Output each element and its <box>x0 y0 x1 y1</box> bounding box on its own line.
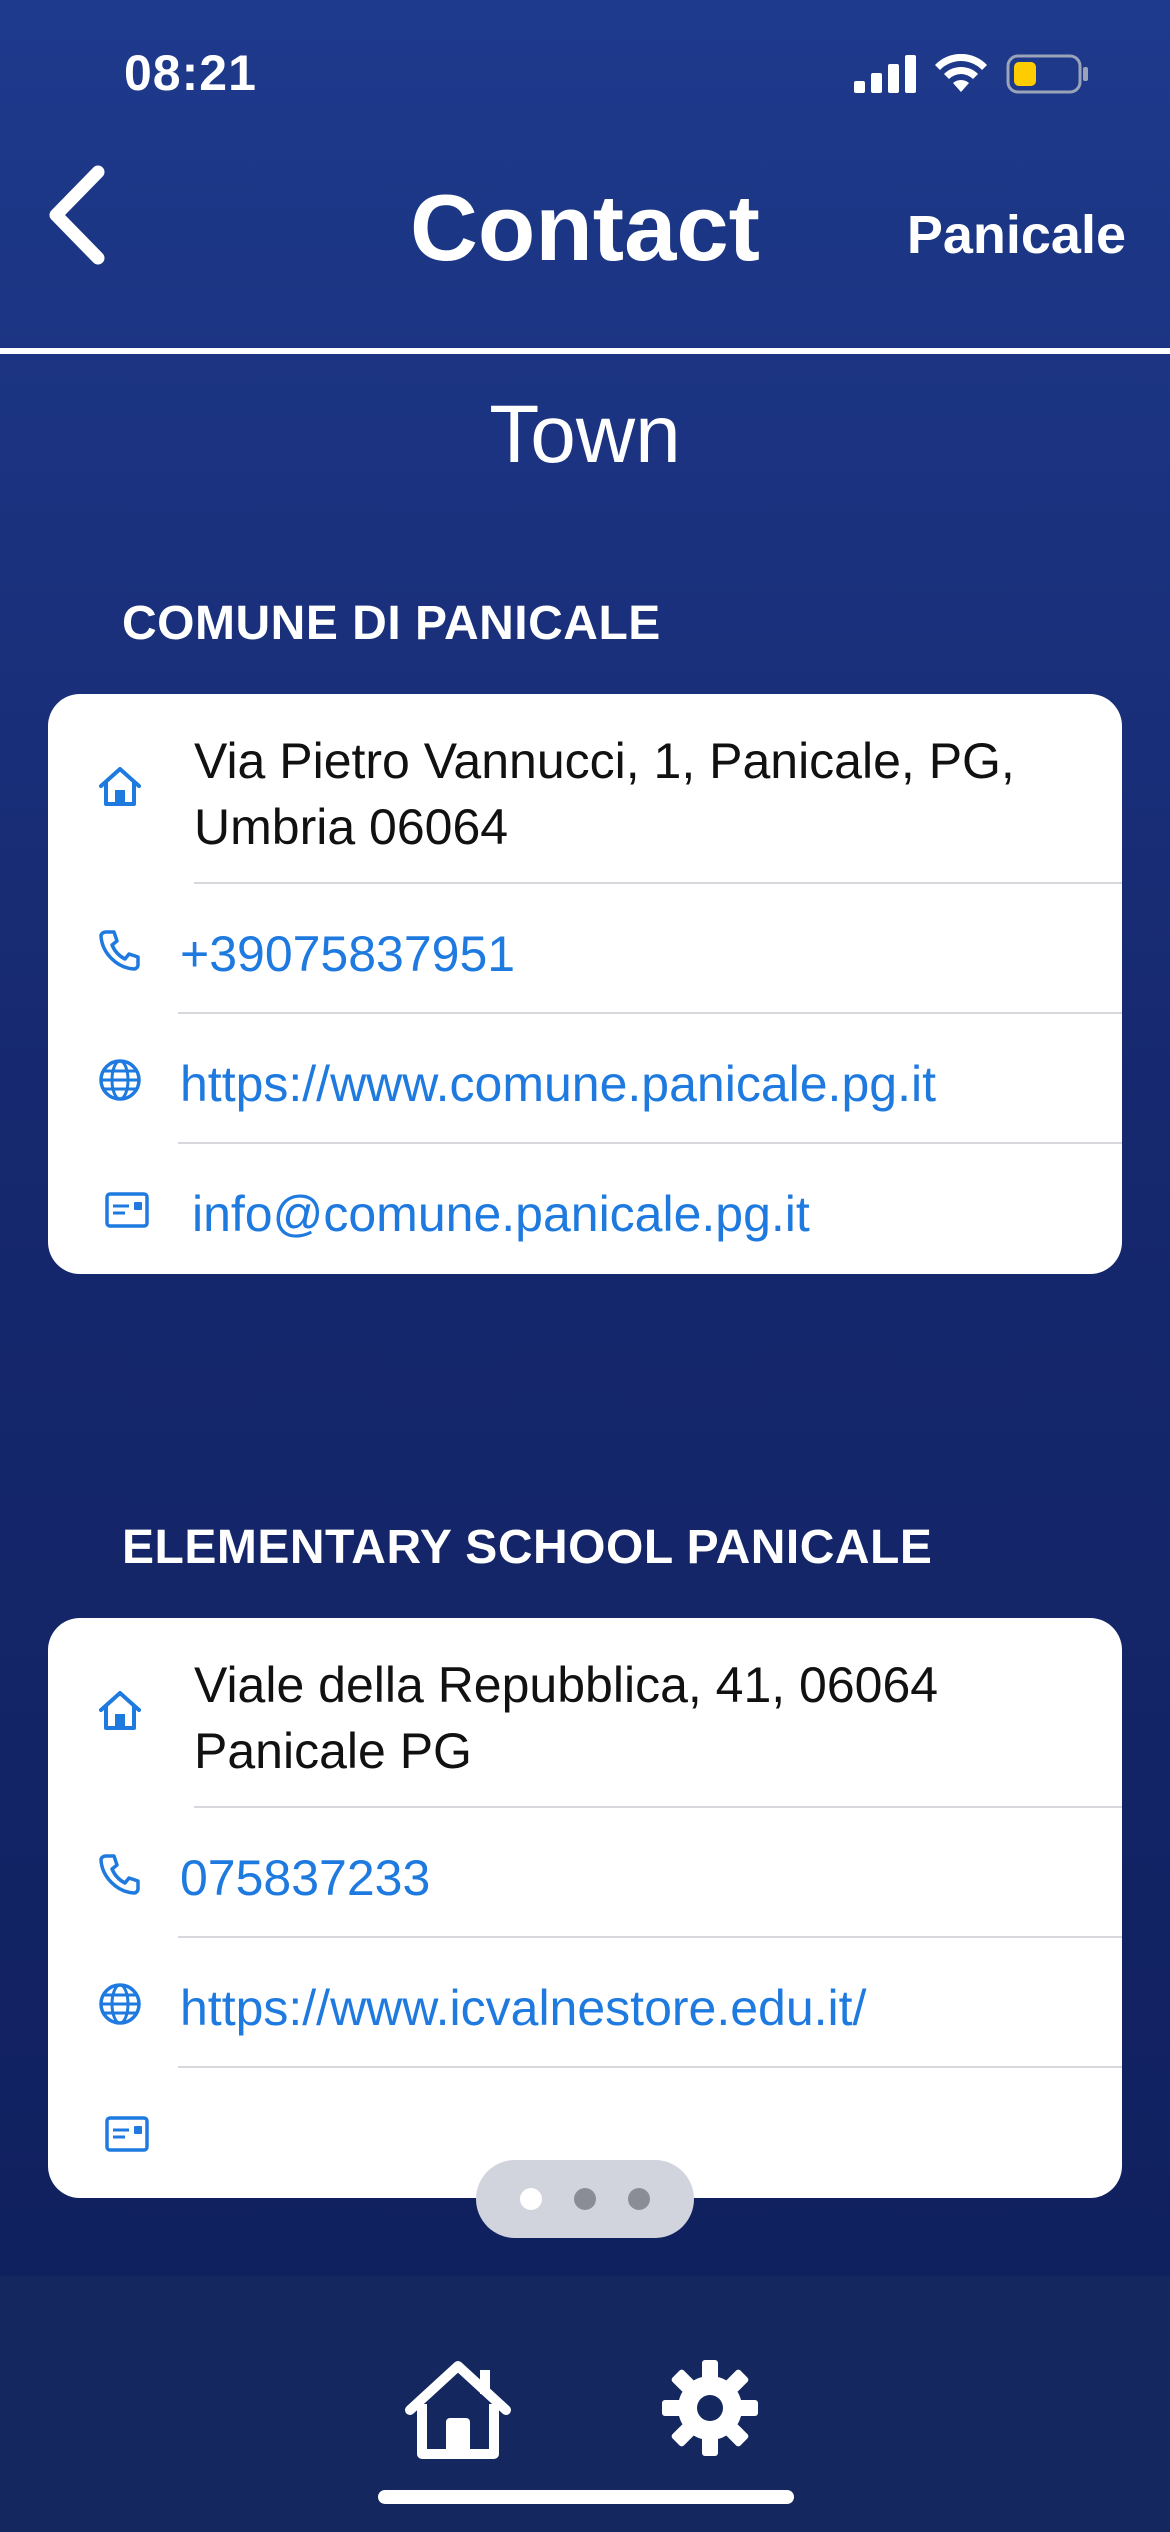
address-row[interactable]: Viale della Repubblica, 41, 06064 Panica… <box>48 1618 1122 1808</box>
globe-icon <box>99 1983 141 2025</box>
website-row[interactable]: https://www.comune.panicale.pg.it <box>48 1014 1122 1144</box>
location-button[interactable]: Panicale <box>907 204 1126 266</box>
phone-icon <box>99 1854 140 1895</box>
home-icon <box>405 2361 511 2459</box>
page-indicator[interactable] <box>476 2160 694 2238</box>
contact-card-icon <box>105 2116 149 2152</box>
category-subtitle: Town <box>489 389 681 480</box>
battery-icon <box>1006 54 1088 94</box>
status-time: 08:21 <box>124 45 257 101</box>
contact-card-icon <box>105 1192 149 1228</box>
page-dot[interactable] <box>574 2188 596 2210</box>
address-row[interactable]: Via Pietro Vannucci, 1, Panicale, PG, Um… <box>48 694 1122 884</box>
phone-row[interactable]: +39075837951 <box>48 884 1122 1014</box>
contact-card-comune: Via Pietro Vannucci, 1, Panicale, PG, Um… <box>48 694 1122 1274</box>
status-icons <box>854 54 1090 94</box>
email-row[interactable]: info@comune.panicale.pg.it <box>48 1144 1122 1274</box>
house-icon <box>99 1691 141 1730</box>
page-dot[interactable] <box>628 2188 650 2210</box>
gear-icon <box>662 2360 758 2456</box>
address-line2: Umbria 06064 <box>194 799 509 855</box>
phone-link[interactable]: 075837233 <box>180 1845 430 1911</box>
address-line2: Panicale PG <box>194 1723 472 1779</box>
section-header-comune: COMUNE DI PANICALE <box>122 597 661 650</box>
wifi-icon <box>935 54 987 92</box>
tab-settings[interactable] <box>658 2356 762 2460</box>
phone-link[interactable]: +39075837951 <box>180 921 515 987</box>
address-line1: Via Pietro Vannucci, 1, Panicale, PG, <box>194 733 1015 789</box>
phone-row[interactable]: 075837233 <box>48 1808 1122 1938</box>
page-dot[interactable] <box>520 2188 542 2210</box>
contact-card-school: Viale della Repubblica, 41, 06064 Panica… <box>48 1618 1122 2198</box>
website-row[interactable]: https://www.icvalnestore.edu.it/ <box>48 1938 1122 2068</box>
email-link[interactable]: info@comune.panicale.pg.it <box>192 1181 810 1247</box>
phone-icon <box>99 930 140 971</box>
nav-divider <box>0 348 1170 354</box>
address-line1: Viale della Repubblica, 41, 06064 <box>194 1657 939 1713</box>
section-header-school: ELEMENTARY SCHOOL PANICALE <box>122 1521 933 1574</box>
website-link[interactable]: https://www.comune.panicale.pg.it <box>180 1051 936 1117</box>
tab-home[interactable] <box>404 2356 512 2464</box>
cellular-signal-icon <box>854 55 916 93</box>
website-link[interactable]: https://www.icvalnestore.edu.it/ <box>180 1975 866 2041</box>
home-indicator <box>378 2490 794 2504</box>
address-text: Viale della Repubblica, 41, 06064 Panica… <box>194 1652 938 1784</box>
address-text: Via Pietro Vannucci, 1, Panicale, PG, Um… <box>194 728 1015 860</box>
globe-icon <box>99 1059 141 1101</box>
house-icon <box>99 767 141 806</box>
